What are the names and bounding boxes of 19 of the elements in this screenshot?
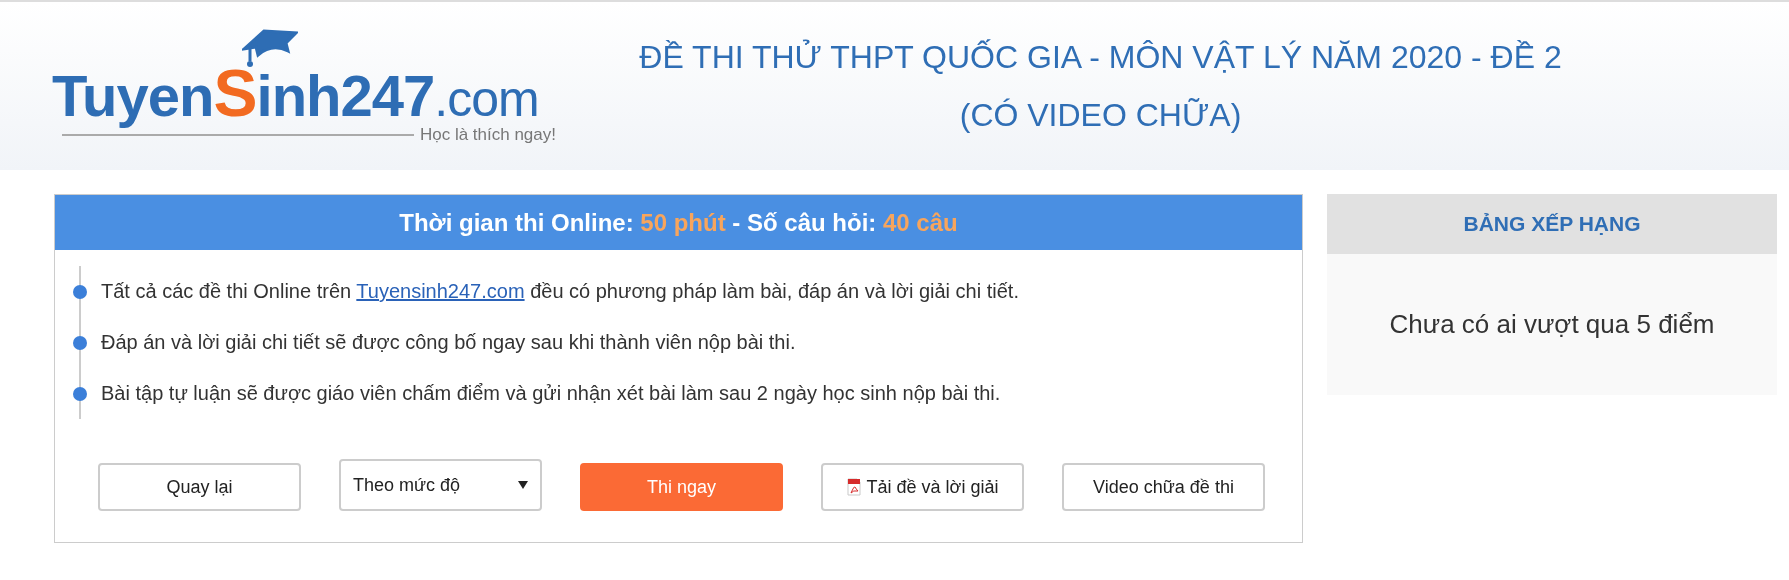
site-link[interactable]: Tuyensinh247.com [356, 280, 525, 302]
logo-tagline: Học là thích ngay! [419, 125, 556, 145]
bullet-icon [73, 386, 87, 401]
bullet-icon [73, 335, 87, 350]
page-title: ĐỀ THI THỬ THPT QUỐC GIA - MÔN VẬT LÝ NĂM 2020 - ĐỀ 2 (CÓ VIDEO CHỮA) [638, 38, 1563, 135]
download-button[interactable]: Tải đề và lời giải [821, 463, 1024, 511]
action-button[interactable]: Quay lại [98, 463, 301, 511]
exam-info-heading: Thời gian thi Online: 50 phút - Số câu hỏi: 40 câu [399, 208, 958, 237]
level-dropdown[interactable]: Theo mức độ [339, 459, 542, 511]
ranking-message: Chưa có ai vượt qua 5 điểm [1389, 309, 1715, 340]
note-text: Bài tập tự luận sẽ được giáo viên chấm điểm và gửi nhận xét bài làm sau 2 ngày học sinh nộp bài thi. [101, 382, 1001, 405]
caret-icon [518, 481, 528, 489]
note-text: Đáp án và lời giải chi tiết sẽ được công bố ngay sau khi thành viên nộp bài thi. [101, 331, 796, 354]
action-button[interactable]: Video chữa đề thi [1062, 463, 1265, 511]
ranking-title: BẢNG XẾP HẠNG [1463, 212, 1641, 236]
bullet-icon [73, 284, 87, 299]
pdf-file-icon [846, 478, 861, 496]
graduation-cap-icon [242, 27, 298, 69]
note-text: Tất cả các đề thi Online trên Tuyensinh247.com đều có phương pháp làm bài, đáp án và lời giải chi tiết. [101, 280, 1019, 303]
